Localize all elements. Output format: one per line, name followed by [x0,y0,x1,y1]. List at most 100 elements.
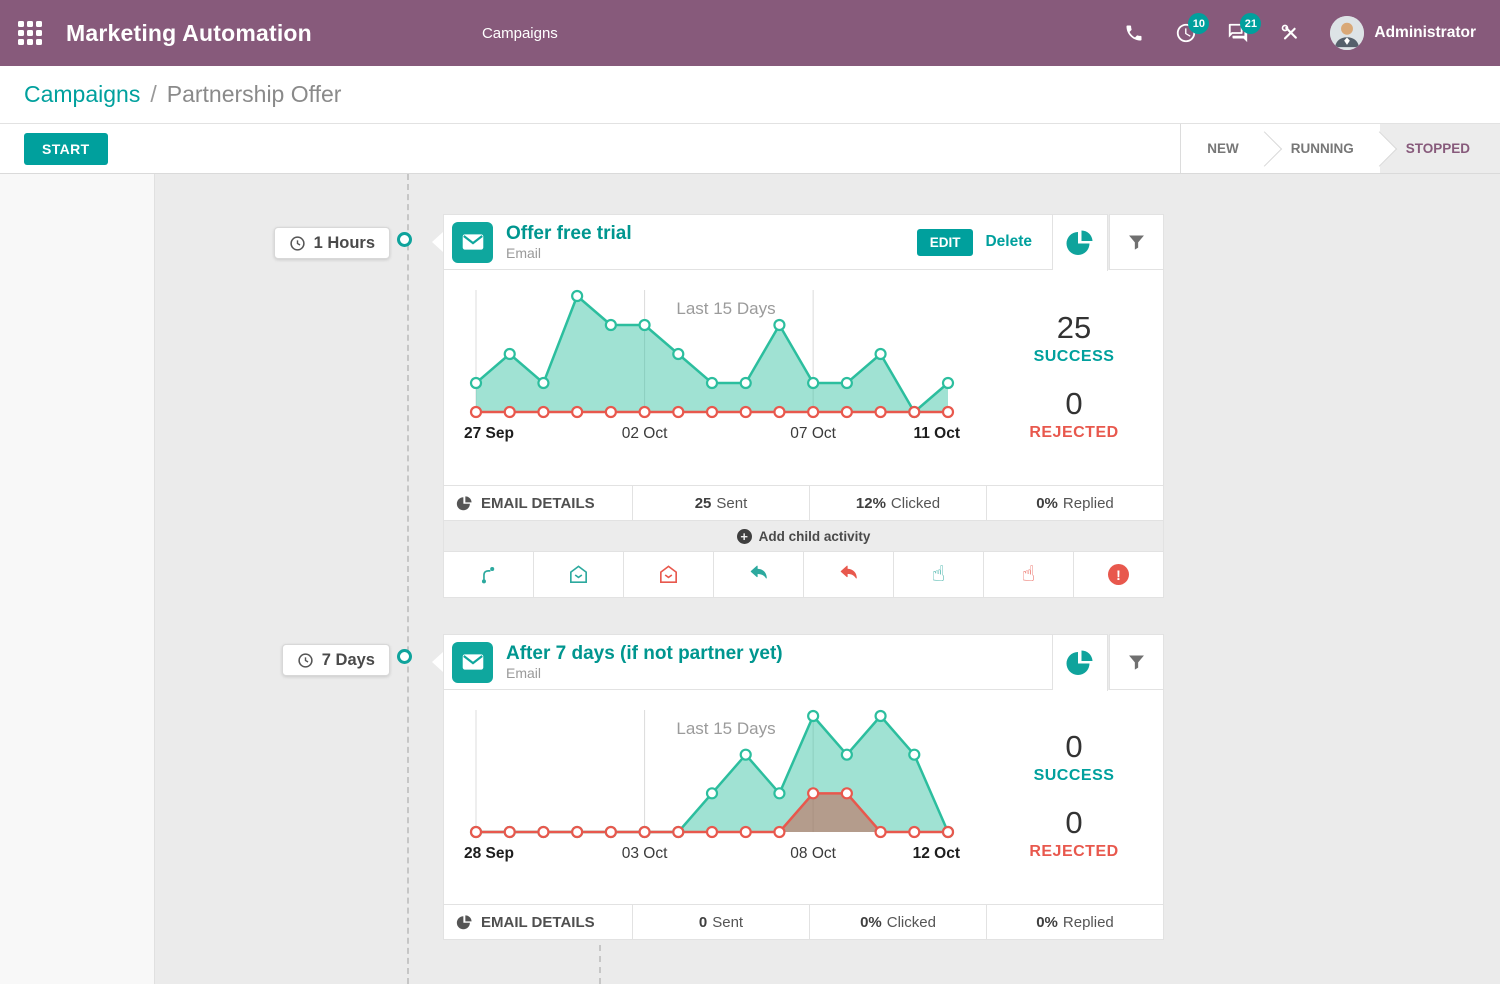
clicked-cell[interactable]: 0% Clicked [810,905,987,940]
delete-link[interactable]: Delete [985,233,1032,251]
tools-icon[interactable] [1278,21,1302,45]
messages-icon[interactable]: 21 [1226,21,1250,45]
status-pipeline: NEW RUNNING STOPPED [1180,124,1500,173]
clock-icon [297,652,314,669]
tab-filter[interactable] [1109,634,1164,690]
not-opened-trigger-icon[interactable] [624,552,714,598]
pie-chart-icon [456,495,473,512]
breadcrumb-separator: / [150,81,156,108]
activity-type: Email [506,665,1040,681]
activity-chart: Last 15 Days 28 Sep 03 Oct 08 Oct 12 Oct [444,690,985,904]
child-trigger-row: ☝ ☝ ! [443,552,1164,598]
page-title: Partnership Offer [167,81,342,108]
status-stopped[interactable]: STOPPED [1380,124,1500,173]
top-navbar: Marketing Automation Campaigns 10 21 Adm… [0,0,1500,66]
card-pointer-arrow [432,652,443,672]
rejected-label: REJECTED [1029,843,1118,861]
clicked-trigger-icon[interactable]: ☝ [894,552,984,598]
timeline-node-2 [397,649,412,664]
svg-text:Last 15 Days: Last 15 Days [676,299,775,318]
svg-text:03 Oct: 03 Oct [622,845,668,862]
user-menu[interactable]: Administrator [1330,16,1476,50]
svg-text:12 Oct: 12 Oct [913,845,960,862]
email-details-cell[interactable]: EMAIL DETAILS [443,486,633,521]
activity-type: Email [506,245,917,261]
success-count: 0 [1034,729,1115,765]
menu-campaigns[interactable]: Campaigns [482,25,558,42]
pie-chart-icon [456,914,473,931]
user-name: Administrator [1374,24,1476,42]
pie-chart-icon [1065,648,1095,678]
opened-trigger-icon[interactable] [534,552,624,598]
email-details-label: EMAIL DETAILS [481,495,595,512]
tab-graph[interactable] [1053,634,1108,691]
rejected-count: 0 [1029,805,1118,841]
activity-stats: 0 SUCCESS 0 REJECTED [985,690,1163,904]
filter-icon [1126,232,1147,253]
app-title: Marketing Automation [66,20,312,47]
status-new[interactable]: NEW [1181,124,1265,173]
activity-trigger-icon[interactable] [443,552,534,598]
clock-icon [289,235,306,252]
card-pointer-arrow [432,232,443,252]
activity-header: After 7 days (if not partner yet) Email [443,634,1053,690]
avatar [1330,16,1364,50]
email-details-label: EMAIL DETAILS [481,914,595,931]
email-type-icon [452,642,493,683]
action-bar: START NEW RUNNING STOPPED [0,124,1500,174]
not-replied-trigger-icon[interactable] [804,552,894,598]
activity-chart: Last 15 Days 27 Sep 02 Oct 07 Oct 11 Oct [444,270,985,485]
rejected-label: REJECTED [1029,424,1118,442]
activity-card-after-7-days: After 7 days (if not partner yet) Email … [443,634,1164,940]
filter-icon [1126,652,1147,673]
add-child-activity-button[interactable]: + Add child activity [443,521,1164,552]
tab-graph[interactable] [1053,214,1108,271]
child-timeline-dashed-line [599,945,601,984]
email-details-cell[interactable]: EMAIL DETAILS [443,905,633,940]
timeline-node-1 [397,232,412,247]
delay-label: 1 Hours [314,234,375,253]
plus-icon: + [737,529,752,544]
activity-stats: 25 SUCCESS 0 REJECTED [985,270,1163,485]
bounced-trigger-icon[interactable]: ! [1074,552,1164,598]
apps-menu-icon[interactable] [18,21,42,45]
edit-button[interactable]: EDIT [917,229,974,256]
replied-cell[interactable]: 0% Replied [987,486,1164,521]
svg-text:28 Sep: 28 Sep [464,845,514,862]
messages-badge: 21 [1240,13,1261,34]
not-clicked-trigger-icon[interactable]: ☝ [984,552,1074,598]
systray: 10 21 Administrator [1122,16,1476,50]
activity-title[interactable]: Offer free trial [506,223,917,245]
svg-text:02 Oct: 02 Oct [622,425,668,442]
replied-trigger-icon[interactable] [714,552,804,598]
breadcrumb: Campaigns / Partnership Offer [0,66,1500,124]
activities-clock-icon[interactable]: 10 [1174,21,1198,45]
activity-card-offer-free-trial: Offer free trial Email EDIT Delete [443,214,1164,598]
activity-title[interactable]: After 7 days (if not partner yet) [506,643,1040,665]
start-button[interactable]: START [24,133,108,165]
rejected-count: 0 [1029,386,1118,422]
success-count: 25 [1034,310,1115,346]
svg-text:07 Oct: 07 Oct [790,425,836,442]
pie-chart-icon [1065,228,1095,258]
clicked-cell[interactable]: 12% Clicked [810,486,987,521]
success-label: SUCCESS [1034,348,1115,366]
svg-text:Last 15 Days: Last 15 Days [676,719,775,738]
phone-icon[interactable] [1122,21,1146,45]
svg-text:11 Oct: 11 Oct [913,425,960,442]
campaign-canvas: 1 Hours 7 Days Offer free trial Email ED… [0,174,1500,984]
svg-text:08 Oct: 08 Oct [790,845,836,862]
canvas-left-strip [0,174,155,984]
sent-cell[interactable]: 25 Sent [633,486,810,521]
activity-header: Offer free trial Email EDIT Delete [443,214,1053,270]
tab-filter[interactable] [1109,214,1164,270]
timeline-dashed-line [407,174,409,984]
breadcrumb-campaigns-link[interactable]: Campaigns [24,81,140,108]
delay-badge-2[interactable]: 7 Days [282,644,390,676]
delay-label: 7 Days [322,651,375,670]
sent-cell[interactable]: 0 Sent [633,905,810,940]
replied-cell[interactable]: 0% Replied [987,905,1164,940]
delay-badge-1[interactable]: 1 Hours [274,227,390,259]
activities-badge: 10 [1188,13,1209,34]
svg-text:27 Sep: 27 Sep [464,425,514,442]
